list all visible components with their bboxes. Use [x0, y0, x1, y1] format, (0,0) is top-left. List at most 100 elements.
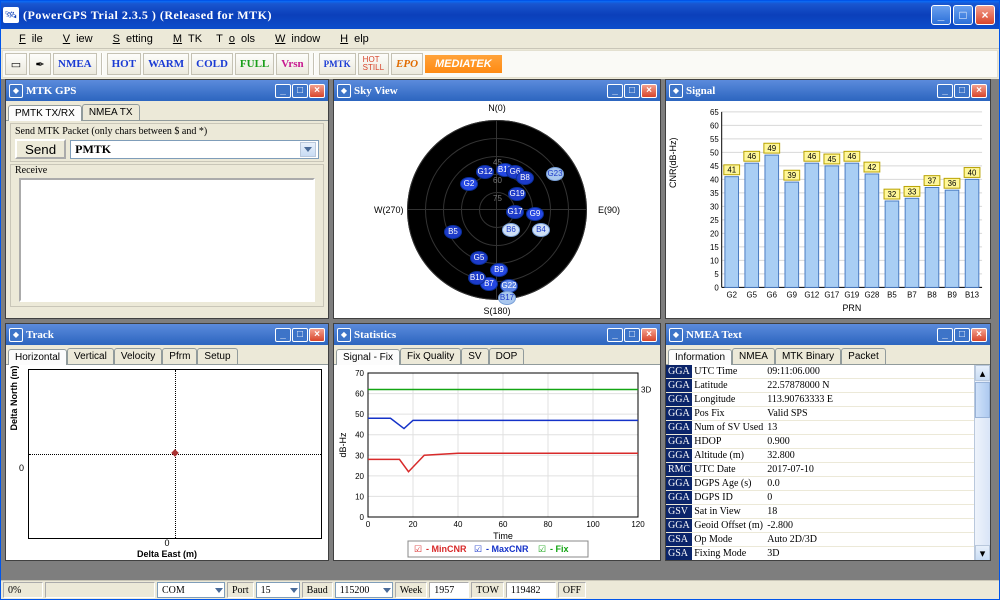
st-close-button[interactable]: ×: [641, 328, 657, 342]
tab-horizontal[interactable]: Horizontal: [8, 349, 67, 365]
sig-max-button[interactable]: □: [954, 84, 970, 98]
tab-setup[interactable]: Setup: [197, 348, 237, 364]
send-button[interactable]: Send: [15, 139, 66, 159]
tb-cold-button[interactable]: COLD: [191, 53, 233, 75]
scroll-thumb[interactable]: [975, 382, 990, 418]
sat-B6: B6: [502, 223, 520, 237]
status-com-combo[interactable]: COM: [157, 582, 225, 598]
nm-max-button[interactable]: □: [954, 328, 970, 342]
table-row[interactable]: GGALongitude113.90763333 E: [666, 393, 974, 407]
trk-close-button[interactable]: ×: [309, 328, 325, 342]
sig-close-button[interactable]: ×: [971, 84, 987, 98]
tb-quill-button[interactable]: ✒: [29, 53, 51, 75]
tab-signal-fix[interactable]: Signal - Fix: [336, 349, 400, 365]
nm-min-button[interactable]: _: [937, 328, 953, 342]
svg-text:G28: G28: [864, 290, 880, 299]
tab-pfrm[interactable]: Pfrm: [162, 348, 197, 364]
mtk-max-button[interactable]: □: [292, 84, 308, 98]
vscrollbar[interactable]: ▴ ▾: [974, 365, 990, 560]
table-row[interactable]: GSAOp ModeAuto 2D/3D: [666, 533, 974, 547]
table-row[interactable]: GSAFixing Mode3D: [666, 547, 974, 561]
sky-min-button[interactable]: _: [607, 84, 623, 98]
title-bar[interactable]: 🛰 (PowerGPS Trial 2.3.5 ) (Released for …: [1, 1, 999, 29]
tb-full-button[interactable]: FULL: [235, 53, 274, 75]
table-row[interactable]: GGADGPS ID0: [666, 491, 974, 505]
table-row[interactable]: GGADGPS Age (s)0.0: [666, 477, 974, 491]
tb-hot-button[interactable]: HOT: [107, 53, 141, 75]
track-tabs: Horizontal Vertical Velocity Pfrm Setup: [6, 345, 328, 365]
table-row[interactable]: GGAGeoid Offset (m)-2.800: [666, 519, 974, 533]
tb-nmea-button[interactable]: NMEA: [53, 53, 97, 75]
skyview-titlebar[interactable]: ◆ Sky View _□×: [334, 80, 660, 101]
st-min-button[interactable]: _: [607, 328, 623, 342]
menu-view[interactable]: View: [51, 32, 99, 46]
trk-max-button[interactable]: □: [292, 328, 308, 342]
table-row[interactable]: GGAUTC Time09:11:06.000: [666, 365, 974, 379]
nm-close-button[interactable]: ×: [971, 328, 987, 342]
mtk-close-button[interactable]: ×: [309, 84, 325, 98]
scroll-down-icon[interactable]: ▾: [975, 545, 990, 560]
tab-nmea[interactable]: NMEA: [732, 348, 775, 364]
menu-file[interactable]: File: [7, 32, 49, 46]
menu-help[interactable]: Help: [328, 32, 375, 46]
tb-hotstill-button[interactable]: HOT STILL: [358, 53, 389, 75]
tab-velocity[interactable]: Velocity: [114, 348, 162, 364]
table-row[interactable]: GGAAltitude (m)32.800: [666, 449, 974, 463]
tab-mtk-binary[interactable]: MTK Binary: [775, 348, 841, 364]
st-max-button[interactable]: □: [624, 328, 640, 342]
scroll-up-icon[interactable]: ▴: [975, 365, 990, 381]
tab-nmea-tx[interactable]: NMEA TX: [82, 104, 140, 120]
tab-dop[interactable]: DOP: [489, 348, 525, 364]
trk-min-button[interactable]: _: [275, 328, 291, 342]
tb-pmtk-button[interactable]: PMTK: [319, 53, 356, 75]
maximize-button[interactable]: □: [953, 5, 973, 25]
nmea-titlebar[interactable]: ◆ NMEA Text _□×: [666, 324, 990, 345]
packet-label: Send MTK Packet (only chars between $ an…: [15, 126, 319, 137]
chevron-down-icon[interactable]: [300, 142, 316, 157]
tab-pmtk-txrx[interactable]: PMTK TX/RX: [8, 105, 82, 121]
tb-epo-button[interactable]: EPO: [391, 53, 423, 75]
receive-textarea[interactable]: [19, 178, 315, 302]
svg-text:100: 100: [586, 520, 600, 529]
tab-vertical[interactable]: Vertical: [67, 348, 114, 364]
mtk-titlebar[interactable]: ◆ MTK GPS _□×: [6, 80, 328, 101]
tab-information[interactable]: Information: [668, 349, 732, 365]
sky-max-button[interactable]: □: [624, 84, 640, 98]
table-row[interactable]: GGAPos FixValid SPS: [666, 407, 974, 421]
tb-vrsn-button[interactable]: Vrsn: [276, 53, 308, 75]
table-row[interactable]: RMCUTC Date2017-07-10: [666, 463, 974, 477]
sig-min-button[interactable]: _: [937, 84, 953, 98]
svg-text:dB-Hz: dB-Hz: [338, 432, 348, 458]
mtk-min-button[interactable]: _: [275, 84, 291, 98]
sky-close-button[interactable]: ×: [641, 84, 657, 98]
menu-mtk[interactable]: MTK: [161, 32, 208, 46]
track-ylabel: Delta North (m): [9, 366, 19, 431]
sat-B8: B8: [516, 171, 534, 185]
menu-window[interactable]: Window: [263, 32, 326, 46]
tab-packet[interactable]: Packet: [841, 348, 886, 364]
track-titlebar[interactable]: ◆ Track _□×: [6, 324, 328, 345]
stats-titlebar[interactable]: ◆ Statistics _□×: [334, 324, 660, 345]
table-row[interactable]: GSVSat in View18: [666, 505, 974, 519]
menu-setting[interactable]: Setting: [101, 32, 159, 46]
mdi-area: ◆ MTK GPS _□× PMTK TX/RX NMEA TX Send MT…: [1, 79, 999, 580]
svg-text:B13: B13: [965, 290, 980, 299]
signal-titlebar[interactable]: ◆ Signal _□×: [666, 80, 990, 101]
svg-text:50: 50: [355, 410, 364, 419]
table-row[interactable]: GGALatitude22.57878000 N: [666, 379, 974, 393]
tb-warm-button[interactable]: WARM: [143, 53, 189, 75]
menu-tools[interactable]: Tools: [210, 32, 261, 46]
tab-fix-quality[interactable]: Fix Quality: [400, 348, 461, 364]
svg-text:G6: G6: [767, 290, 778, 299]
tb-new-button[interactable]: ▭: [5, 53, 27, 75]
svg-text:G12: G12: [804, 290, 819, 299]
pmtk-combo[interactable]: PMTK: [70, 140, 319, 159]
tab-sv[interactable]: SV: [461, 348, 488, 364]
close-button[interactable]: ×: [975, 5, 995, 25]
track-axes: ◆: [28, 369, 322, 539]
table-row[interactable]: GGANum of SV Used13: [666, 421, 974, 435]
minimize-button[interactable]: _: [931, 5, 951, 25]
status-port-combo[interactable]: 15: [256, 582, 300, 598]
status-baud-combo[interactable]: 115200: [335, 582, 393, 598]
table-row[interactable]: GGAHDOP0.900: [666, 435, 974, 449]
